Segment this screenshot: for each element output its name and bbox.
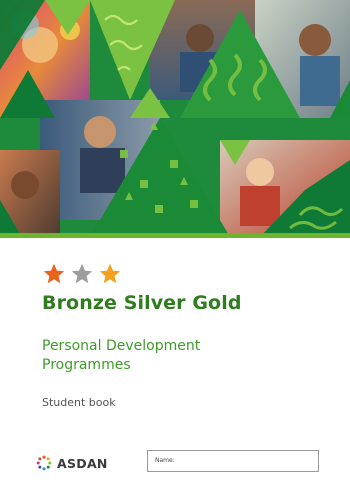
publisher-logo: ASDAN [36, 455, 108, 471]
asdan-logo-icon [36, 455, 52, 471]
cover-photo-collage [0, 0, 350, 237]
subtitle-line-2: Programmes [42, 357, 131, 373]
triangle-collage-graphic [0, 0, 350, 237]
book-title: Bronze Silver Gold [42, 292, 242, 314]
subtitle-line-1: Personal Development [42, 338, 201, 354]
bronze-star-icon [43, 263, 65, 284]
book-subtitle: Personal Development Programmes [42, 337, 302, 375]
gold-star-icon [99, 263, 121, 284]
name-field[interactable]: Name: [147, 450, 319, 472]
divider-rule [0, 233, 350, 238]
book-type-label: Student book [42, 396, 116, 409]
medal-stars [42, 262, 122, 284]
book-cover: Bronze Silver Gold Personal Development … [0, 0, 350, 495]
name-field-label: Name: [155, 457, 175, 464]
publisher-name: ASDAN [57, 455, 108, 471]
silver-star-icon [71, 263, 93, 284]
